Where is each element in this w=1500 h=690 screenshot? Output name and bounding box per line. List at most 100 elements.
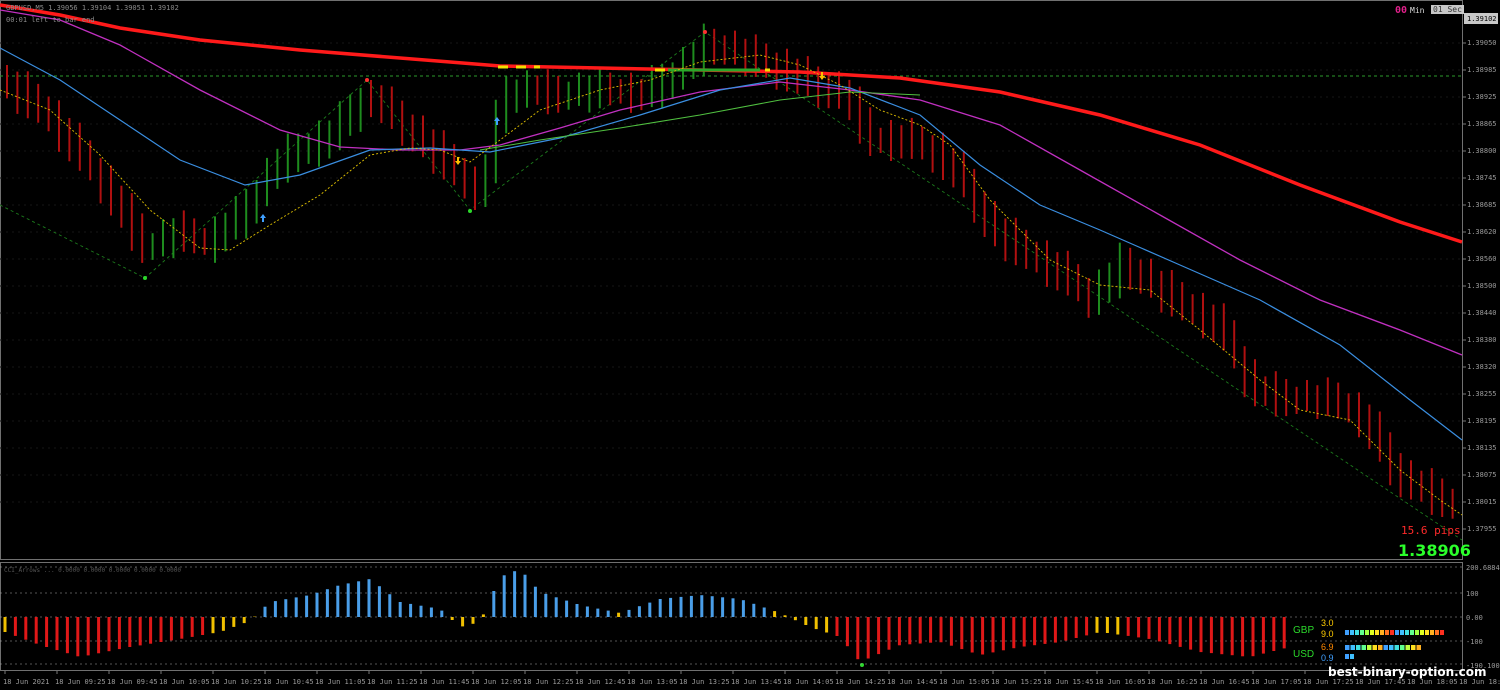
price-label: 1.38800 <box>1467 147 1497 155</box>
strength-segment <box>1435 630 1439 635</box>
price-label: 1.38560 <box>1467 255 1497 263</box>
strength-segment <box>1350 630 1354 635</box>
strength-segment <box>1361 645 1366 650</box>
strength-segment <box>1355 630 1359 635</box>
time-axis: 18 Jun 2021 18 Jun 09:25 18 Jun 09:45 18 Ju… <box>3 671 1500 686</box>
time-label: 18 Jun 15:25 <box>991 678 1042 686</box>
timer-seconds: 01 Sec <box>1431 5 1464 14</box>
time-label: 18 Jun 14:05 <box>783 678 834 686</box>
time-label: 18 Jun 09:25 <box>55 678 106 686</box>
strength-segment <box>1440 630 1444 635</box>
strength-segment <box>1375 630 1379 635</box>
pips-label: 15.6 pips <box>1401 524 1461 537</box>
strength-segment <box>1350 645 1355 650</box>
indicator-axis-label: 200.6884 <box>1466 564 1500 572</box>
strength-segment <box>1411 645 1416 650</box>
time-label: 18 Jun 14:25 <box>835 678 886 686</box>
price-label: 1.39050 <box>1467 39 1497 47</box>
strength-segment <box>1400 645 1405 650</box>
currency-gbp-label: GBP <box>1293 625 1315 636</box>
strength-segment <box>1345 630 1349 635</box>
big-price-label: 1.38906 <box>1398 541 1471 560</box>
price-label: 1.38380 <box>1467 336 1497 344</box>
strength-segment <box>1405 630 1409 635</box>
price-label: 1.38255 <box>1467 390 1497 398</box>
time-label: 18 Jun 15:45 <box>1043 678 1094 686</box>
time-label: 18 Jun 12:45 <box>575 678 626 686</box>
time-label: 18 Jun 12:25 <box>523 678 574 686</box>
strength-segment <box>1365 630 1369 635</box>
price-label: 1.38440 <box>1467 309 1497 317</box>
indicator-axis: 200.68841000.00-100-190.1000 <box>1466 564 1500 670</box>
strength-segment <box>1378 645 1383 650</box>
strength-value: 0.9 <box>1321 653 1334 663</box>
time-label: 18 Jun 11:05 <box>315 678 366 686</box>
strength-segment <box>1372 645 1377 650</box>
price-label: 1.38925 <box>1467 93 1497 101</box>
strength-segment <box>1389 645 1394 650</box>
strength-segment <box>1420 630 1424 635</box>
time-label: 18 Jun 13:05 <box>627 678 678 686</box>
indicator-label: CCI_Arrows ... 0.0000 0.0000 0.0000 0.00… <box>4 567 182 574</box>
time-label: 18 Jun 17:45 <box>1355 678 1406 686</box>
strength-segment <box>1425 630 1429 635</box>
current-price-text: 1.39102 <box>1467 15 1497 23</box>
price-label: 1.38135 <box>1467 444 1497 452</box>
price-label: 1.38075 <box>1467 471 1497 479</box>
time-label: 18 Jun 16:05 <box>1095 678 1146 686</box>
time-label: 18 Jun 10:45 <box>263 678 314 686</box>
price-label: 1.38865 <box>1467 120 1497 128</box>
symbol-info: GBPUSD,M5 1.39056 1.39104 1.39051 1.3910… <box>6 4 179 12</box>
timer-min-label: Min <box>1410 6 1425 15</box>
zigzag-point-marker <box>703 30 707 34</box>
time-label: 18 Jun 10:25 <box>211 678 262 686</box>
strength-segment <box>1395 630 1399 635</box>
strength-segment <box>1360 630 1364 635</box>
strength-value: 3.0 <box>1321 618 1334 628</box>
zigzag-point-marker <box>860 663 864 667</box>
strength-segment <box>1380 630 1384 635</box>
time-label: 18 Jun 17:05 <box>1251 678 1302 686</box>
time-label: 18 Jun 10:05 <box>159 678 210 686</box>
zigzag-point-marker <box>365 78 369 82</box>
indicator-axis-label: 100 <box>1466 590 1479 598</box>
price-label: 1.38500 <box>1467 282 1497 290</box>
time-label: 18 Jun 2021 <box>3 678 49 686</box>
chart-canvas[interactable]: 1.39050 1.38985 1.38925 1.38865 1.38800 1.387… <box>0 0 1500 690</box>
strength-segment <box>1416 645 1421 650</box>
time-label: 18 Jun 16:25 <box>1147 678 1198 686</box>
price-label: 1.38985 <box>1467 66 1497 74</box>
strength-segment <box>1415 630 1419 635</box>
time-label: 18 Jun 18:25 <box>1459 678 1500 686</box>
time-label: 18 Jun 12:05 <box>471 678 522 686</box>
price-label: 1.38685 <box>1467 201 1497 209</box>
time-label: 18 Jun 13:25 <box>679 678 730 686</box>
strength-segment <box>1405 645 1410 650</box>
time-label: 18 Jun 11:45 <box>419 678 470 686</box>
time-label: 18 Jun 15:05 <box>939 678 990 686</box>
strength-value: 6.9 <box>1321 642 1334 652</box>
watermark: best-binary-option.com <box>1328 665 1487 679</box>
indicator-axis-label: 0.00 <box>1466 614 1483 622</box>
price-label: 1.38620 <box>1467 228 1497 236</box>
time-label: 18 Jun 14:45 <box>887 678 938 686</box>
strength-segment <box>1345 654 1349 659</box>
price-label: 1.38195 <box>1467 417 1497 425</box>
price-label: 1.38015 <box>1467 498 1497 506</box>
strength-segment <box>1370 630 1374 635</box>
strength-segment <box>1385 630 1389 635</box>
strength-segment <box>1350 654 1354 659</box>
strength-segment <box>1430 630 1434 635</box>
strength-segment <box>1410 630 1414 635</box>
currency-usd-label: USD <box>1293 649 1315 660</box>
strength-segment <box>1356 645 1361 650</box>
strength-segment <box>1400 630 1404 635</box>
strength-segment <box>1383 645 1388 650</box>
time-label: 18 Jun 13:45 <box>731 678 782 686</box>
strength-segment <box>1390 630 1394 635</box>
time-label: 18 Jun 09:45 <box>107 678 158 686</box>
strength-segment <box>1345 645 1350 650</box>
time-label: 18 Jun 17:25 <box>1303 678 1354 686</box>
bar-timer-text: 00:01 left to bar end <box>6 16 95 24</box>
strength-segment <box>1394 645 1399 650</box>
